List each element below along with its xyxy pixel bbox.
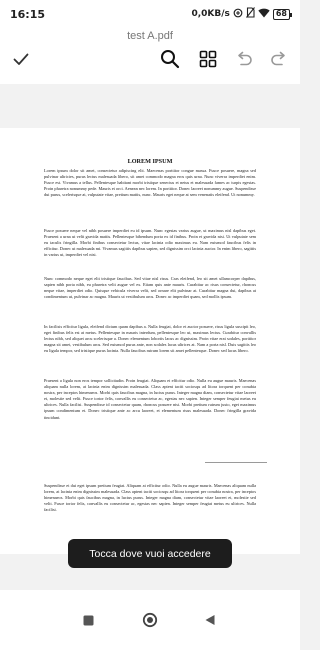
- network-speed: 0,0KB/s: [191, 9, 230, 19]
- document-paragraph: Fusce posuere neque vel nibh posuere imp…: [44, 228, 256, 258]
- wifi-icon: [258, 8, 270, 21]
- recents-icon: [83, 615, 93, 625]
- back-icon: [205, 615, 215, 625]
- home-icon: [142, 612, 158, 628]
- home-button[interactable]: [142, 612, 158, 628]
- navigation-bar: [0, 590, 300, 650]
- check-icon: [13, 53, 29, 65]
- status-bar: 16:15 0,0KB/s 68: [0, 0, 300, 28]
- redo-icon: [271, 51, 285, 66]
- recents-button[interactable]: [80, 612, 96, 628]
- pdf-toolbar: test A.pdf: [0, 28, 300, 84]
- data-saver-icon: [233, 8, 243, 21]
- toast-message: Tocca dove vuoi accedere: [68, 539, 232, 568]
- grid-icon: [199, 50, 217, 68]
- search-button[interactable]: [157, 46, 183, 72]
- document-paragraph: Nunc commodo neque eget elit tristique f…: [44, 276, 256, 300]
- back-button[interactable]: [202, 612, 218, 628]
- thumbnails-button[interactable]: [195, 46, 221, 72]
- signature-line: [205, 462, 267, 463]
- document-paragraph: Suspendisse et dui eget ipsum pretium fe…: [44, 483, 256, 513]
- document-paragraph: In facilisis efficitur ligula, eleifend …: [44, 324, 256, 354]
- confirm-button[interactable]: [8, 46, 34, 72]
- search-icon: [161, 50, 180, 69]
- document-paragraph: Praesent a ligula non eros tempor sollic…: [44, 378, 256, 420]
- document-heading: LOREM IPSUM: [127, 158, 173, 165]
- no-sim-icon: [245, 7, 255, 21]
- battery-icon: 68: [272, 8, 293, 20]
- status-icons: 0,0KB/s 68: [191, 7, 293, 21]
- redo-button[interactable]: [266, 46, 292, 72]
- document-title: test A.pdf: [127, 30, 173, 42]
- battery-level: 68: [275, 9, 287, 18]
- document-paragraph: Lorem ipsum dolor sit amet, consectetur …: [44, 168, 256, 198]
- undo-button[interactable]: [231, 46, 257, 72]
- status-time: 16:15: [10, 7, 46, 21]
- undo-icon: [238, 51, 252, 66]
